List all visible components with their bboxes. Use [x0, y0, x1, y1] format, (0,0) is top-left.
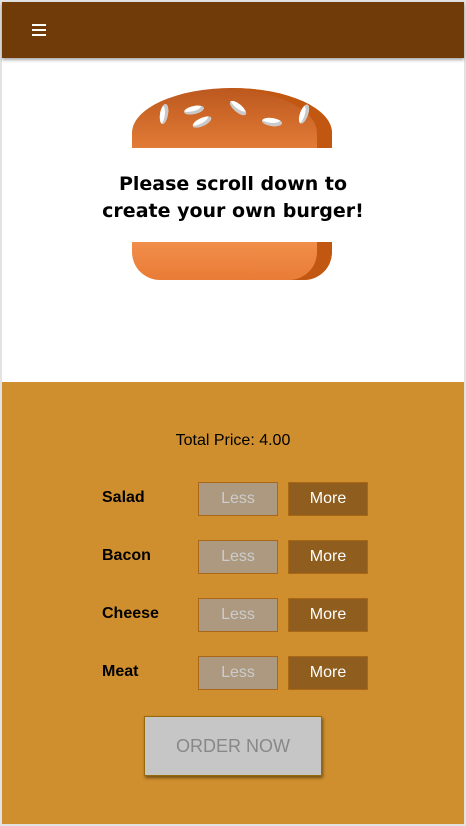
less-salad-button[interactable]: Less: [198, 482, 278, 516]
ingredient-label: Bacon: [102, 547, 151, 564]
ingredient-row-meat: Meat Less More: [2, 656, 464, 690]
hamburger-menu-icon[interactable]: [32, 24, 46, 36]
more-meat-button[interactable]: More: [288, 656, 368, 690]
more-bacon-button[interactable]: More: [288, 540, 368, 574]
seed: [296, 103, 312, 125]
bread-top: [132, 88, 332, 148]
less-meat-button[interactable]: Less: [198, 656, 278, 690]
build-controls: Total Price: 4.00 Salad Less More Bacon …: [2, 382, 464, 824]
order-now-button[interactable]: ORDER NOW: [144, 716, 322, 776]
toolbar: [2, 2, 464, 58]
ingredient-label: Meat: [102, 663, 139, 680]
seed: [183, 104, 205, 116]
ingredient-label: Cheese: [102, 605, 159, 622]
burger-preview: Please scroll down to create your own bu…: [2, 58, 464, 382]
less-cheese-button[interactable]: Less: [198, 598, 278, 632]
ingredient-label: Salad: [102, 489, 145, 506]
scroll-hint-message: Please scroll down to create your own bu…: [2, 171, 464, 225]
more-salad-button[interactable]: More: [288, 482, 368, 516]
total-price: Total Price: 4.00: [175, 432, 291, 449]
ingredient-row-bacon: Bacon Less More: [2, 540, 464, 574]
seed: [261, 116, 283, 128]
more-cheese-button[interactable]: More: [288, 598, 368, 632]
seed: [191, 114, 213, 130]
ingredient-row-cheese: Cheese Less More: [2, 598, 464, 632]
ingredient-row-salad: Salad Less More: [2, 482, 464, 516]
app-frame: Please scroll down to create your own bu…: [0, 0, 466, 826]
less-bacon-button[interactable]: Less: [198, 540, 278, 574]
seed: [227, 98, 249, 118]
scroll-hint-line-2: create your own burger!: [102, 200, 364, 222]
seed: [158, 103, 170, 125]
scroll-hint-line-1: Please scroll down to: [118, 173, 348, 195]
bread-bottom: [132, 242, 332, 280]
